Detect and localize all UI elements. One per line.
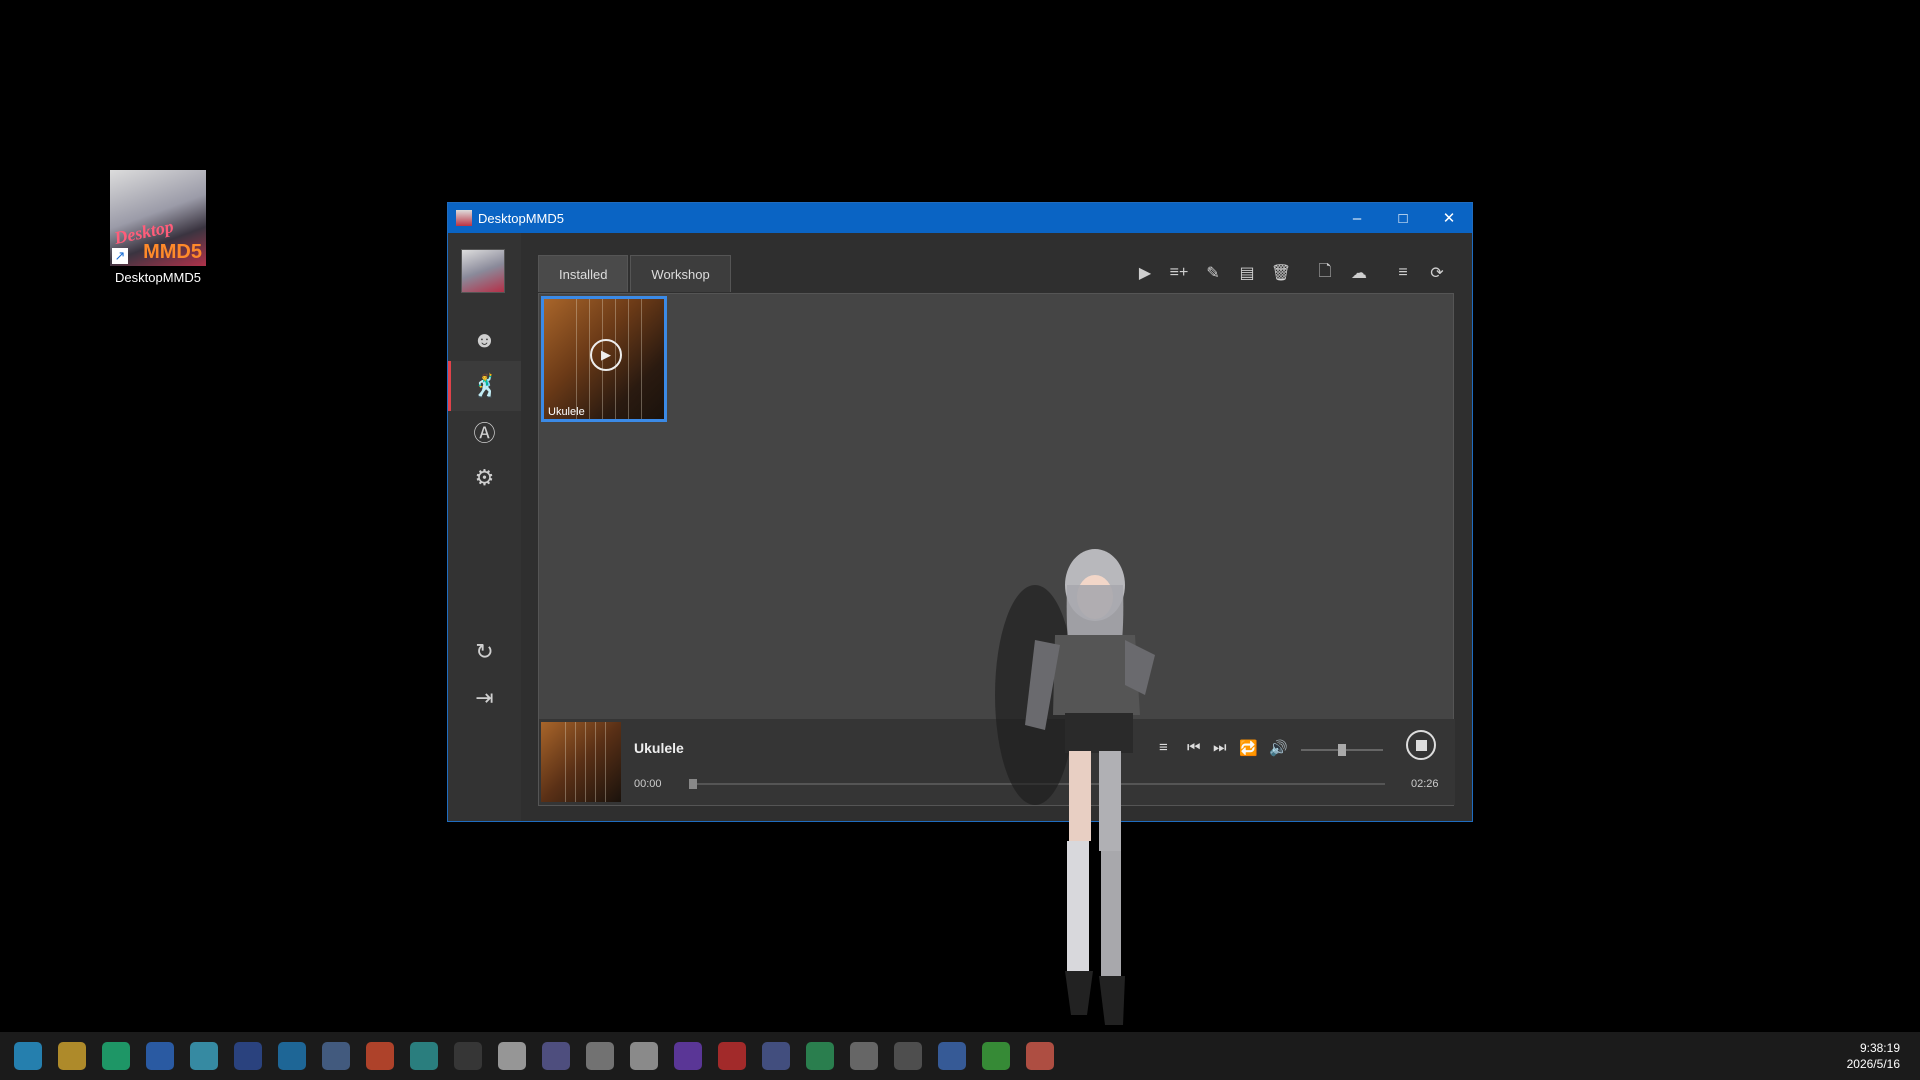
volume-icon[interactable]: 🔊 — [1269, 739, 1288, 757]
maximize-button[interactable]: □ — [1380, 203, 1426, 233]
volume-slider-knob[interactable] — [1338, 744, 1346, 756]
app-window: DesktopMMD5 – □ ✕ ☻ 🕺 Ⓐ ⚙ ↻ ⇥ Installed … — [447, 202, 1473, 822]
taskbar-app-icon[interactable] — [850, 1042, 878, 1070]
taskbar-app-icon[interactable] — [58, 1042, 86, 1070]
play-icon[interactable]: ▶ — [1128, 259, 1162, 287]
now-playing-thumbnail — [541, 722, 621, 802]
taskbar-app-icon[interactable] — [762, 1042, 790, 1070]
open-folder-icon[interactable]: ▤ — [1230, 259, 1264, 287]
dance-icon[interactable]: 🕺 — [448, 361, 521, 411]
gear-icon[interactable]: ⚙ — [448, 453, 521, 503]
title-bar[interactable]: DesktopMMD5 – □ ✕ — [448, 203, 1472, 233]
clock-date: 2026/5/16 — [1846, 1057, 1900, 1071]
toolbar: ▶ ≡+ ✎ ▤ 🗑 🗋 ☁ ≡ ⟳ — [1128, 259, 1454, 287]
tab-installed[interactable]: Installed — [538, 255, 629, 292]
taskbar-app-icon[interactable] — [938, 1042, 966, 1070]
taskbar-app-icon[interactable] — [542, 1042, 570, 1070]
stop-button[interactable] — [1406, 730, 1436, 760]
desktop-shortcut-desktopmmd5[interactable]: Desktop MMD5 ↗ DesktopMMD5 — [108, 170, 208, 285]
face-icon[interactable]: ☻ — [448, 315, 521, 365]
character-model — [995, 549, 1155, 1025]
edit-icon[interactable]: ✎ — [1196, 259, 1230, 287]
refresh-icon[interactable]: ↻ — [448, 627, 521, 677]
add-to-playlist-icon[interactable]: ≡+ — [1162, 259, 1196, 287]
upload-icon[interactable]: ☁ — [1342, 259, 1376, 287]
avatar[interactable] — [461, 249, 505, 293]
playlist-icon[interactable]: ≡ — [1386, 259, 1420, 287]
taskbar-app-icon[interactable] — [102, 1042, 130, 1070]
taskbar-app-icon[interactable] — [454, 1042, 482, 1070]
app-icon — [456, 210, 472, 226]
taskbar-app-icon[interactable] — [234, 1042, 262, 1070]
taskbar-app-icon[interactable] — [674, 1042, 702, 1070]
taskbar-app-icon[interactable] — [630, 1042, 658, 1070]
taskbar-app-icon[interactable] — [190, 1042, 218, 1070]
taskbar-app-icon[interactable] — [410, 1042, 438, 1070]
taskbar-app-icon[interactable] — [14, 1042, 42, 1070]
duration-time: 02:26 — [1411, 778, 1439, 790]
refresh-icon[interactable]: ⟳ — [1420, 259, 1454, 287]
progress-knob[interactable] — [689, 779, 697, 789]
shortcut-arrow-icon: ↗ — [112, 248, 128, 264]
taskbar-app-icon[interactable] — [1026, 1042, 1054, 1070]
taskbar-app-icon[interactable] — [586, 1042, 614, 1070]
clock-time: 9:38:19 — [1859, 1041, 1900, 1055]
now-playing-title: Ukulele — [634, 740, 684, 756]
taskbar: 9:38:19 2026/5/16 — [0, 1032, 1920, 1080]
sidebar: ☻ 🕺 Ⓐ ⚙ ↻ ⇥ — [448, 233, 521, 821]
taskbar-app-icon[interactable] — [718, 1042, 746, 1070]
volume-slider[interactable] — [1301, 744, 1383, 756]
taskbar-app-icon[interactable] — [982, 1042, 1010, 1070]
repeat-icon[interactable]: 🔁 — [1239, 739, 1258, 757]
playlist-icon[interactable]: ≡ — [1159, 739, 1168, 756]
library-item[interactable]: ▶ Ukulele — [541, 296, 667, 422]
previous-icon[interactable]: ⏮ — [1187, 739, 1201, 756]
next-icon[interactable]: ⏭ — [1213, 739, 1227, 756]
close-button[interactable]: ✕ — [1426, 203, 1472, 233]
exit-icon[interactable]: ⇥ — [448, 673, 521, 723]
taskbar-app-icon[interactable] — [146, 1042, 174, 1070]
motion-icon[interactable]: Ⓐ — [448, 407, 521, 457]
system-clock[interactable]: 9:38:19 2026/5/16 — [1847, 1040, 1900, 1072]
elapsed-time: 00:00 — [634, 778, 662, 790]
play-circle-icon[interactable]: ▶ — [590, 339, 622, 371]
library-item-label: Ukulele — [548, 406, 585, 418]
tab-bar: Installed Workshop — [538, 255, 733, 292]
taskbar-app-icon[interactable] — [322, 1042, 350, 1070]
stop-icon — [1415, 739, 1427, 751]
tab-workshop[interactable]: Workshop — [630, 255, 731, 292]
minimize-button[interactable]: – — [1334, 203, 1380, 233]
icon-logo-bottom: MMD5 — [143, 241, 202, 263]
taskbar-app-icon[interactable] — [366, 1042, 394, 1070]
taskbar-app-icon[interactable] — [806, 1042, 834, 1070]
taskbar-app-icon[interactable] — [894, 1042, 922, 1070]
app-icon-image: Desktop MMD5 ↗ — [110, 170, 206, 266]
new-file-icon[interactable]: 🗋 — [1308, 259, 1342, 287]
desktop-shortcut-label: DesktopMMD5 — [115, 270, 201, 285]
taskbar-app-icon[interactable] — [498, 1042, 526, 1070]
taskbar-app-icon[interactable] — [278, 1042, 306, 1070]
window-title: DesktopMMD5 — [478, 210, 564, 226]
taskbar-apps — [14, 1042, 1070, 1070]
delete-icon[interactable]: 🗑 — [1264, 259, 1298, 287]
